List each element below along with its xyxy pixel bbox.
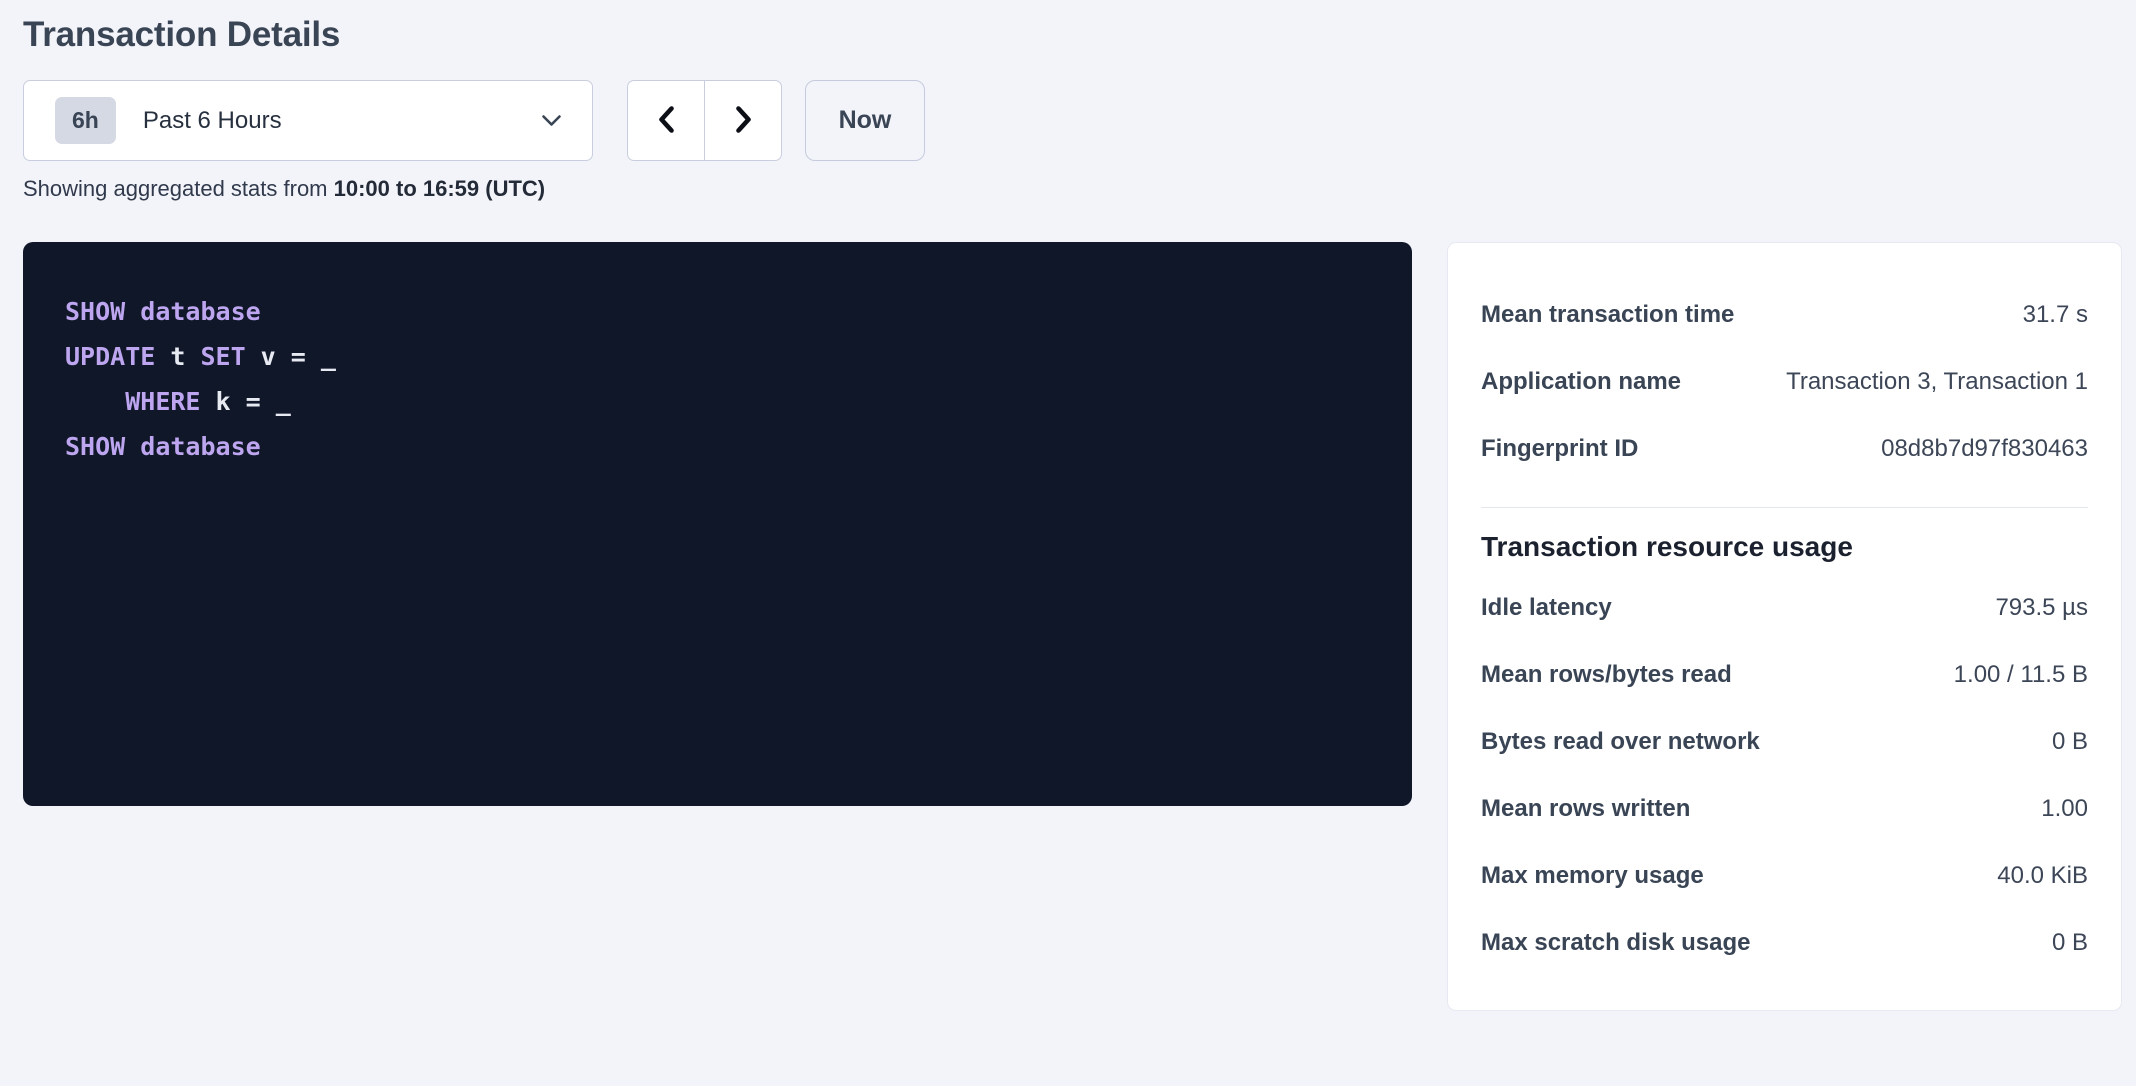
sql-code-line: SHOW database (65, 424, 1370, 469)
stat-row: Max scratch disk usage 0 B (1481, 909, 2088, 976)
sql-code-line: WHERE k = _ (65, 379, 1370, 424)
stat-value: 40.0 KiB (1997, 862, 2088, 890)
stat-label: Max memory usage (1481, 862, 1724, 890)
stat-value: 1.00 / 11.5 B (1954, 661, 2088, 689)
time-range-badge: 6h (55, 97, 116, 144)
sql-statement-box: SHOW databaseUPDATE t SET v = _ WHERE k … (23, 242, 1412, 806)
stat-value: 793.5 µs (1995, 594, 2088, 622)
stat-label: Bytes read over network (1481, 728, 1780, 756)
time-nav-group (627, 80, 782, 161)
sql-text (65, 387, 125, 416)
main-content: SHOW databaseUPDATE t SET v = _ WHERE k … (23, 242, 2136, 1011)
transaction-details-panel: Mean transaction time 31.7 s Application n… (1447, 242, 2122, 1011)
now-button[interactable]: Now (805, 80, 925, 161)
sql-text (125, 297, 140, 326)
stat-value: Transaction 3, Transaction 1 (1786, 368, 2088, 396)
sql-keyword: SHOW (65, 432, 125, 461)
stat-label: Application name (1481, 368, 1701, 396)
stat-label: Mean rows written (1481, 795, 1710, 823)
aggregated-stats-caption: Showing aggregated stats from 10:00 to 1… (23, 176, 2136, 202)
caption-time-range: 10:00 to 16:59 (UTC) (334, 176, 546, 201)
stat-row: Application name Transaction 3, Transacti… (1481, 348, 2088, 415)
sql-keyword: database (140, 432, 260, 461)
page-title: Transaction Details (23, 14, 2136, 56)
stat-row: Idle latency 793.5 µs (1481, 574, 2088, 641)
stat-label: Fingerprint ID (1481, 435, 1658, 463)
sql-keyword: SHOW (65, 297, 125, 326)
sql-keyword: SET (200, 342, 245, 371)
stat-row: Max memory usage 40.0 KiB (1481, 842, 2088, 909)
next-time-button[interactable] (704, 80, 782, 161)
stat-row: Mean rows/bytes read 1.00 / 11.5 B (1481, 641, 2088, 708)
caret-left-icon (655, 104, 678, 138)
summary-rows: Mean transaction time 31.7 s Application n… (1481, 281, 2088, 482)
divider (1481, 507, 2088, 508)
stat-label: Max scratch disk usage (1481, 929, 1770, 957)
sql-keyword: UPDATE (65, 342, 155, 371)
stat-value: 31.7 s (2023, 301, 2088, 329)
stat-value: 0 B (2052, 728, 2088, 756)
time-controls-row: 6h Past 6 Hours Now (23, 80, 2136, 161)
caret-right-icon (732, 104, 755, 138)
stat-value: 08d8b7d97f830463 (1881, 435, 2088, 463)
transaction-details-page: Transaction Details 6h Past 6 Hours Now … (0, 14, 2136, 1011)
stat-row: Fingerprint ID 08d8b7d97f830463 (1481, 415, 2088, 482)
time-range-label: Past 6 Hours (143, 107, 282, 135)
sql-text: k = _ (200, 387, 290, 416)
stat-row: Bytes read over network 0 B (1481, 708, 2088, 775)
sql-text (125, 432, 140, 461)
resource-rows: Idle latency 793.5 µs Mean rows/bytes read… (1481, 574, 2088, 976)
sql-code-line: UPDATE t SET v = _ (65, 334, 1370, 379)
stat-row: Mean transaction time 31.7 s (1481, 281, 2088, 348)
sql-keyword: database (140, 297, 260, 326)
time-range-dropdown[interactable]: 6h Past 6 Hours (23, 80, 593, 161)
prev-time-button[interactable] (627, 80, 705, 161)
sql-code-line: SHOW database (65, 289, 1370, 334)
sql-code: SHOW databaseUPDATE t SET v = _ WHERE k … (65, 289, 1370, 469)
resource-usage-heading: Transaction resource usage (1481, 529, 2088, 565)
sql-text: t (155, 342, 200, 371)
sql-keyword: WHERE (125, 387, 200, 416)
stat-label: Mean transaction time (1481, 301, 1754, 329)
caption-prefix: Showing aggregated stats from (23, 176, 334, 201)
chevron-down-icon (541, 114, 562, 127)
stat-row: Mean rows written 1.00 (1481, 775, 2088, 842)
stat-value: 1.00 (2041, 795, 2088, 823)
stat-label: Idle latency (1481, 594, 1632, 622)
stat-label: Mean rows/bytes read (1481, 661, 1752, 689)
stat-value: 0 B (2052, 929, 2088, 957)
sql-text: v = _ (246, 342, 336, 371)
